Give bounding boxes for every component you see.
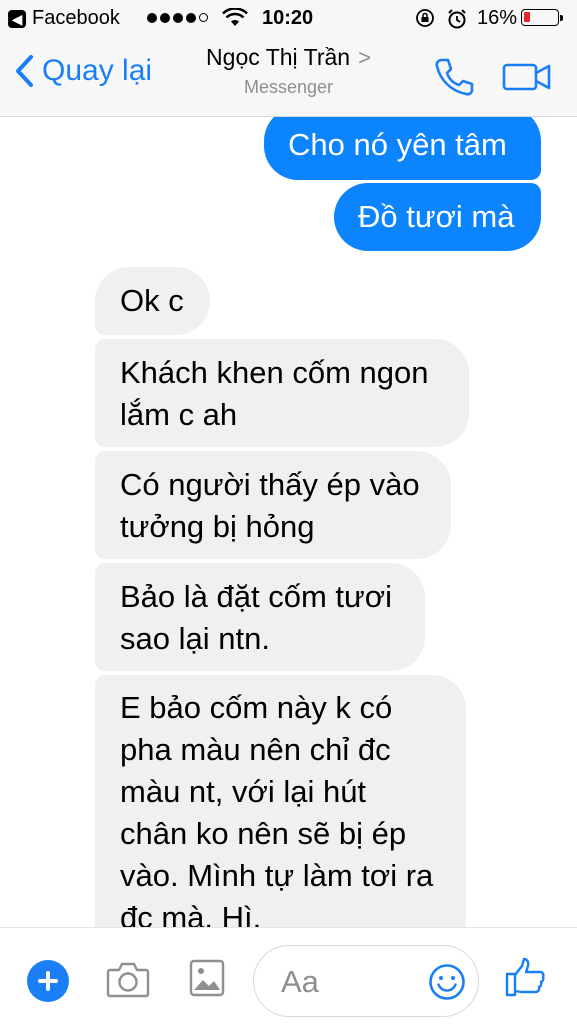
message-line: chân ko nên sẽ bị ép: [120, 816, 407, 851]
chevron-right-icon: >: [358, 45, 371, 70]
message-list[interactable]: Cho nó yên tâm Đồ tươi mà Ok c Khách khe…: [0, 117, 577, 927]
back-to-app[interactable]: ◀ Facebook: [8, 7, 120, 30]
rotation-lock-icon: [416, 9, 434, 27]
message-bubble-incoming[interactable]: Có người thấy ép vào tưởng bị hỏng: [95, 451, 451, 559]
message-line: Đồ tươi mà: [358, 199, 515, 234]
contact-name-row[interactable]: Ngọc Thị Trần >: [0, 44, 577, 71]
battery-percent: 16%: [477, 7, 518, 29]
message-line: pha màu nên chỉ đc: [120, 732, 391, 767]
message-line: đc mà. Hì.: [120, 900, 262, 927]
message-line: Khách khen cốm ngon: [120, 355, 429, 390]
message-line: lắm c ah: [120, 397, 238, 432]
alarm-icon: [448, 9, 466, 29]
back-app-label: Facebook: [32, 7, 120, 29]
message-bubble-incoming[interactable]: E bảo cốm này k có pha màu nên chỉ đc mà…: [95, 675, 466, 927]
image-gallery-icon[interactable]: [189, 959, 225, 997]
phone-call-icon[interactable]: [433, 56, 475, 98]
message-line: sao lại ntn.: [120, 621, 270, 656]
message-bubble-incoming[interactable]: Khách khen cốm ngon lắm c ah: [95, 339, 469, 447]
message-bubble-outgoing[interactable]: Cho nó yên tâm: [264, 117, 541, 180]
composer-bar: Aa: [0, 927, 577, 1025]
message-line: E bảo cốm này k có: [120, 690, 393, 725]
message-bubble-outgoing[interactable]: Đồ tươi mà: [334, 183, 541, 251]
status-bar: ◀ Facebook 10:20 16%: [0, 0, 577, 36]
video-call-icon[interactable]: [502, 62, 552, 92]
battery-icon: [521, 9, 563, 26]
signal-icon: [147, 13, 208, 23]
message-input-placeholder: Aa: [281, 964, 319, 999]
navigation-bar: Quay lại Ngọc Thị Trần > Messenger: [0, 36, 577, 117]
contact-subtitle: Messenger: [243, 77, 334, 97]
message-line: màu nt, với lại hút: [120, 774, 367, 809]
message-line: tưởng bị hỏng: [120, 509, 315, 544]
wifi-icon: [222, 8, 248, 26]
message-line: vào. Mình tự làm tơi ra: [120, 858, 434, 893]
message-bubble-incoming[interactable]: Bảo là đặt cốm tươi sao lại ntn.: [95, 563, 425, 671]
message-line: Ok c: [120, 283, 184, 318]
camera-icon[interactable]: [106, 961, 150, 999]
add-icon[interactable]: [27, 960, 69, 1002]
message-line: Bảo là đặt cốm tươi: [120, 579, 392, 614]
message-line: Cho nó yên tâm: [288, 127, 507, 162]
back-app-icon: ◀: [8, 9, 26, 28]
conversation-header[interactable]: Ngọc Thị Trần > Messenger: [0, 44, 577, 98]
contact-name: Ngọc Thị Trần: [206, 44, 351, 70]
message-line: Có người thấy ép vào: [120, 467, 420, 502]
thumbs-up-icon[interactable]: [504, 956, 546, 998]
status-time: 10:20: [262, 7, 314, 29]
message-bubble-incoming[interactable]: Ok c: [95, 267, 210, 335]
message-input[interactable]: Aa: [253, 945, 479, 1017]
emoji-icon[interactable]: [428, 963, 466, 1001]
